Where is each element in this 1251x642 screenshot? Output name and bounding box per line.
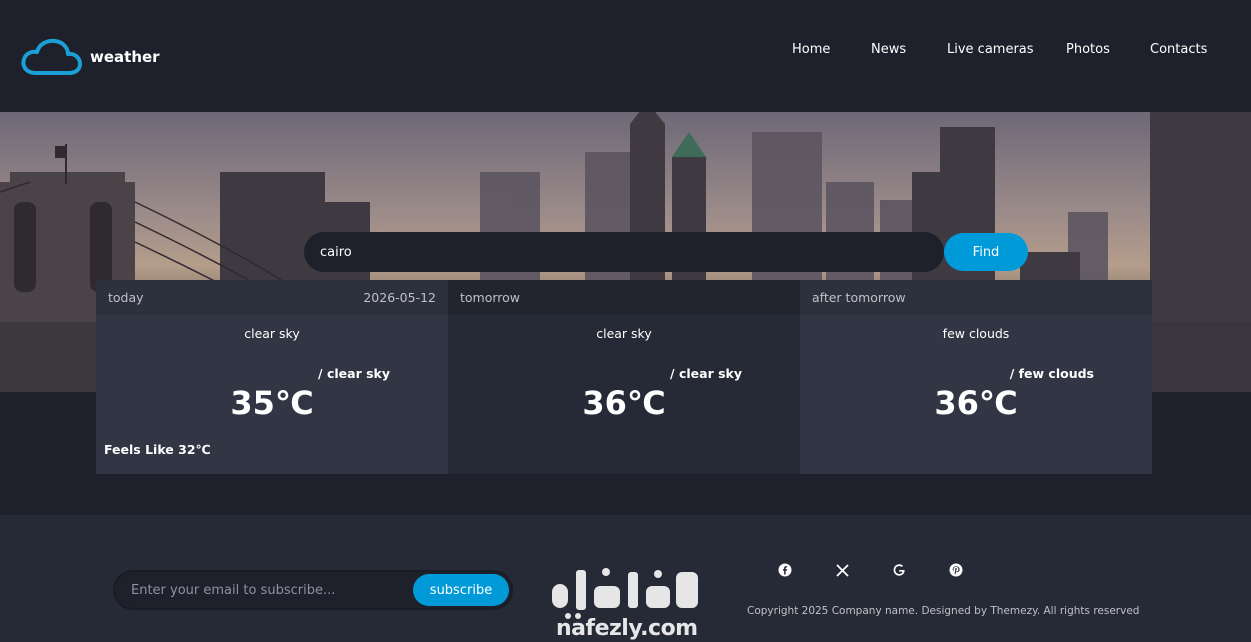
day-label: today [108,290,144,305]
watermark-text: nafezly.com [556,616,698,641]
description-text: / clear sky [670,366,742,381]
day-label: tomorrow [460,290,521,305]
nav-news[interactable]: News [871,42,906,57]
city-search-input[interactable] [304,232,944,272]
card-header: tomorrow [448,280,800,315]
find-button[interactable]: Find [944,233,1028,271]
temperature: 36℃ [934,384,1018,422]
date-label: 2026-05-12 [363,290,436,305]
site-header: weather Home News Live cameras Photos Co… [0,0,1251,112]
forecast-card-after-tomorrow: after tomorrow few clouds / few clouds 3… [800,280,1152,474]
card-header: after tomorrow [800,280,1152,315]
x-icon[interactable] [834,562,850,578]
nav-live-cameras[interactable]: Live cameras [947,42,1034,57]
forecast-card-tomorrow: tomorrow clear sky / clear sky 36℃ [448,280,800,474]
description-text: / few clouds [1009,366,1094,381]
facebook-icon[interactable] [777,562,793,578]
temperature: 35℃ [230,384,314,422]
forecast-card-today: today 2026-05-12 clear sky / clear sky 3… [96,280,448,474]
condition-text: few clouds [942,326,1010,341]
condition-text: clear sky [244,326,300,341]
nav-home[interactable]: Home [792,42,830,57]
card-header: today 2026-05-12 [96,280,448,315]
temperature: 36℃ [582,384,666,422]
copyright-text: Copyright 2025 Company name. Designed by… [747,605,1140,617]
pinterest-icon[interactable] [948,562,964,578]
condition-text: clear sky [596,326,652,341]
google-icon[interactable] [891,562,907,578]
nav-contacts[interactable]: Contacts [1150,42,1207,57]
feels-like-text: Feels Like 32℃ [104,442,211,457]
nav-photos[interactable]: Photos [1066,42,1110,57]
main-nav: Home News Live cameras Photos Contacts [0,42,1251,60]
subscribe-button[interactable]: subscribe [413,574,509,606]
day-label: after tomorrow [812,290,906,305]
description-text: / clear sky [318,366,390,381]
